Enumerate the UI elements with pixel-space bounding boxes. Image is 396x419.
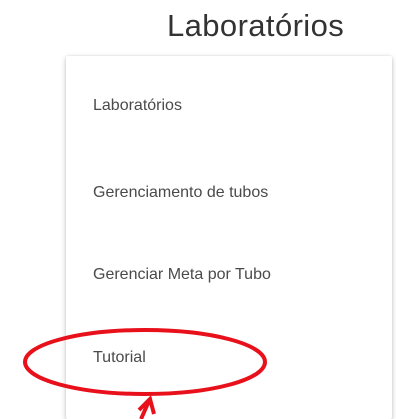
page-title: Laboratórios	[167, 8, 345, 43]
menu-item-laboratorios[interactable]: Laboratórios	[93, 96, 182, 116]
menu-item-tutorial[interactable]: Tutorial	[93, 348, 146, 368]
dropdown-menu: Laboratórios Gerenciamento de tubos Gere…	[66, 56, 392, 419]
menu-item-gerenciar-meta-por-tubo[interactable]: Gerenciar Meta por Tubo	[93, 265, 271, 285]
menu-item-gerenciamento-de-tubos[interactable]: Gerenciamento de tubos	[93, 183, 268, 203]
